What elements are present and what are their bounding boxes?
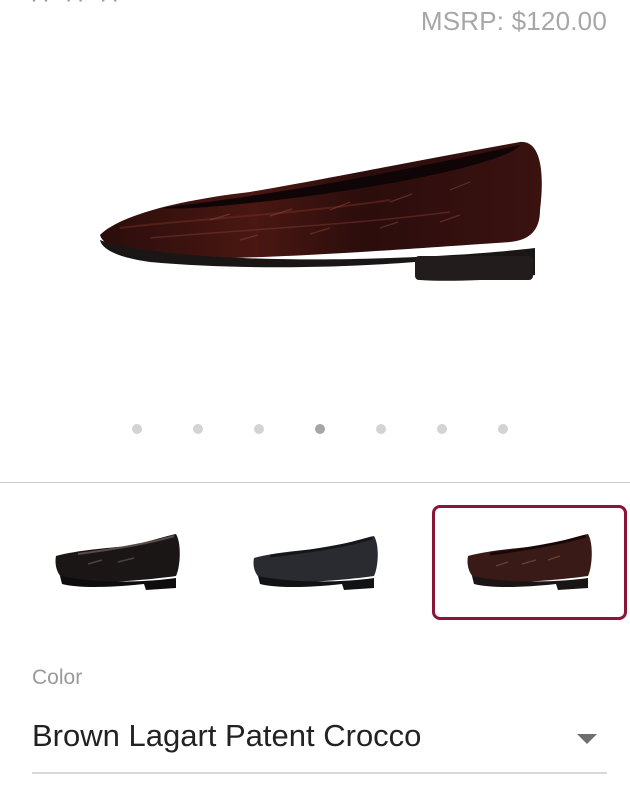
gallery-dot-1[interactable] [132,424,142,434]
gallery-dot-4[interactable] [315,424,325,434]
msrp-price: MSRP: $120.00 [420,6,607,36]
chevron-down-icon [577,734,597,744]
color-dropdown-value: Brown Lagart Patent Crocco [32,718,422,753]
gallery-dot-5[interactable] [376,424,386,434]
gallery-dot-2[interactable] [193,424,203,434]
color-thumbnail-black[interactable] [218,505,413,620]
color-label: Color [32,666,83,689]
gallery-pagination [0,424,630,438]
gallery-dot-7[interactable] [498,424,508,434]
gallery-dot-6[interactable] [437,424,447,434]
color-thumbnail-black-patent[interactable] [20,505,215,620]
product-title-cutoff: ·· ·· ·· [30,0,123,14]
divider [0,482,630,483]
color-thumbnail-brown-lagart-patent-crocco[interactable] [432,505,627,620]
color-dropdown[interactable]: Brown Lagart Patent Crocco [32,712,607,774]
gallery-dot-3[interactable] [254,424,264,434]
product-hero-image[interactable] [90,130,550,300]
